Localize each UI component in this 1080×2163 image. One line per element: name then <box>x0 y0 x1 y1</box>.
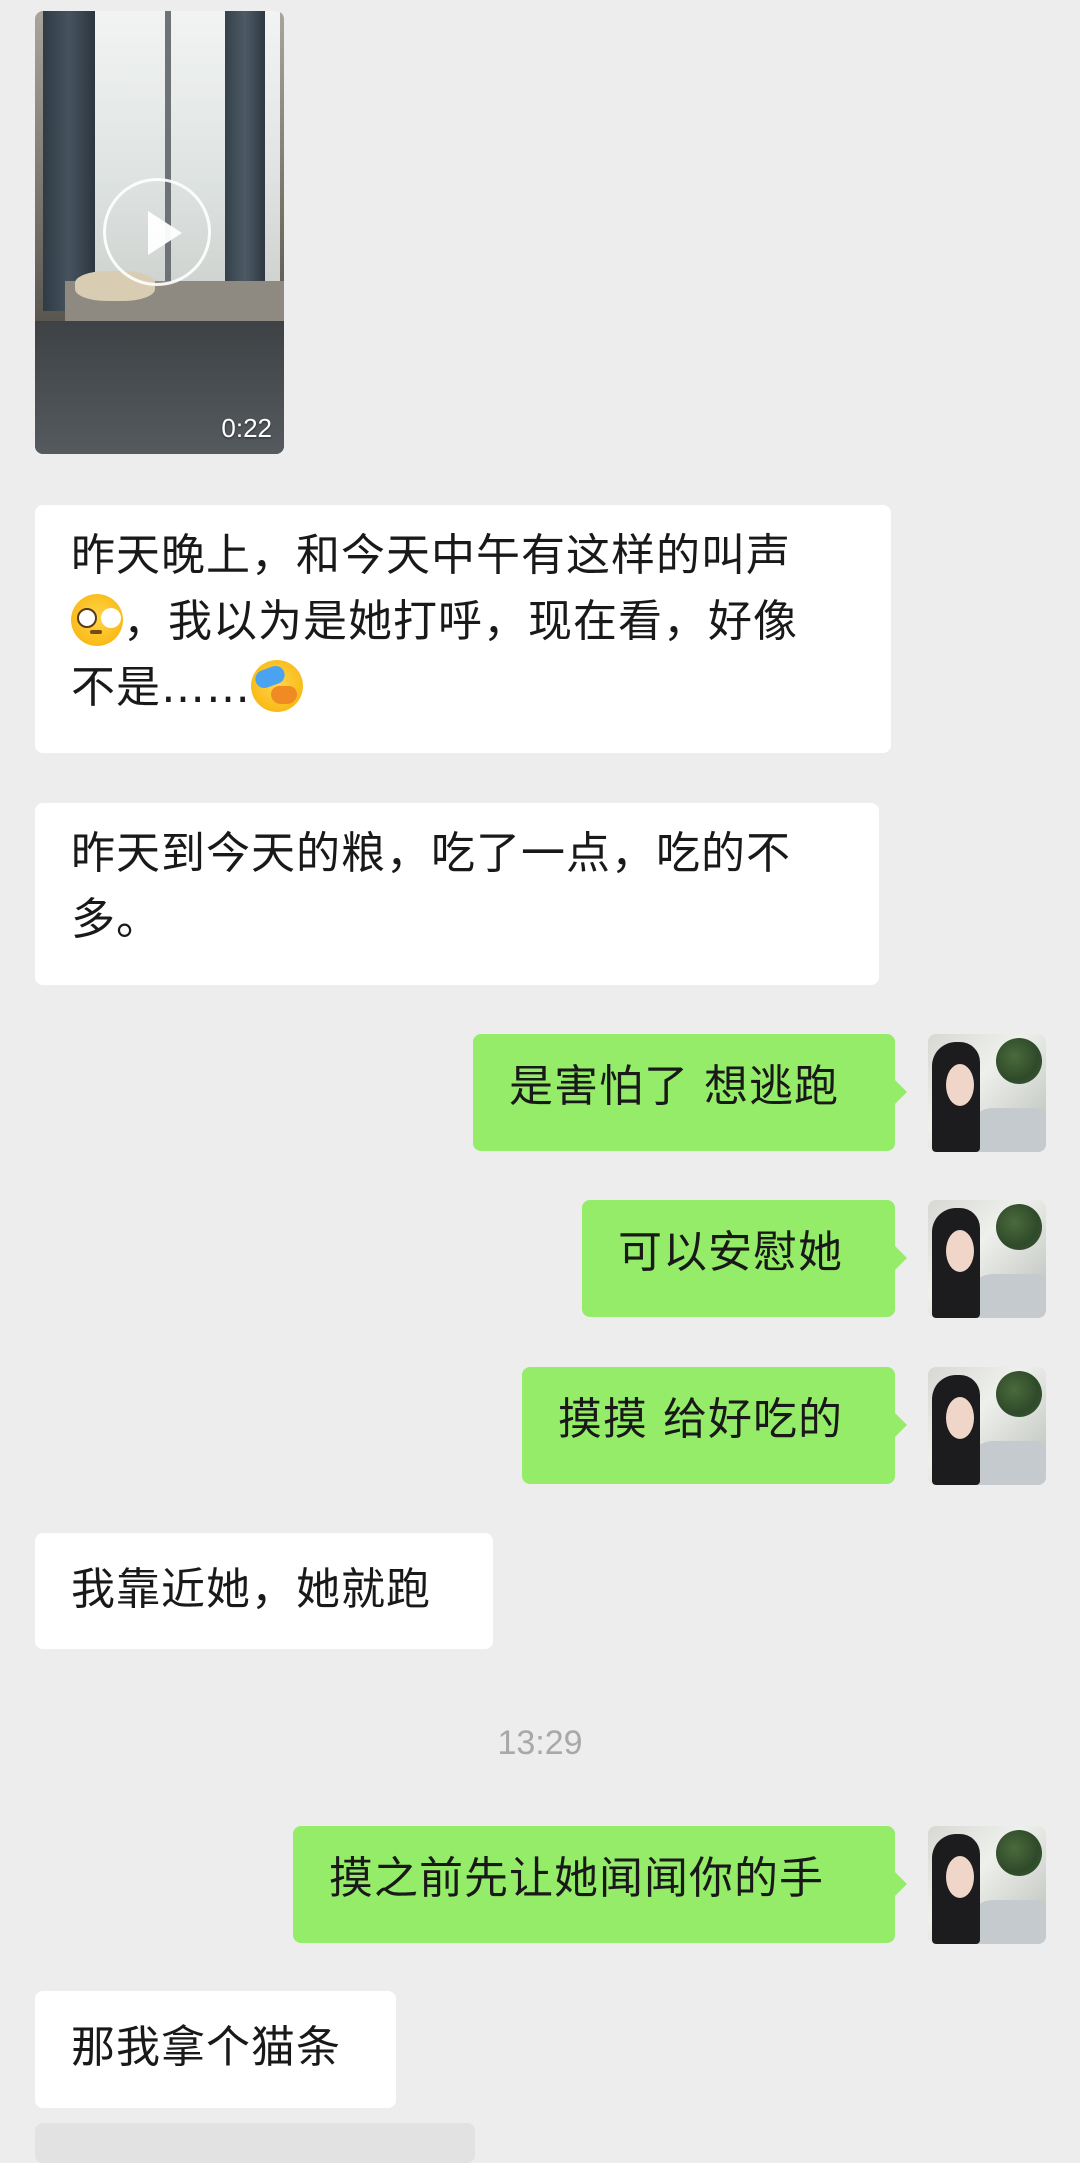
message-text: 我靠近她，她就跑 <box>71 1564 431 1615</box>
message-text: 摸摸 给好吃的 <box>558 1394 843 1445</box>
message-bubble-outgoing[interactable]: 可以安慰她 <box>582 1200 907 1317</box>
message-bubble-incoming[interactable]: 昨天到今天的粮，吃了一点，吃的不多。 <box>35 803 879 985</box>
video-thumbnail-curtain <box>225 11 265 301</box>
message-text-line: 昨天晚上，和今天中午有这样的叫声 <box>71 530 791 581</box>
avatar-face <box>946 1230 974 1272</box>
video-duration: 0:22 <box>221 413 272 443</box>
message-bubble-incoming[interactable]: 那我拿个猫条 <box>35 1991 396 2108</box>
message-bubble-incoming[interactable]: 昨天晚上，和今天中午有这样的叫声 ，我以为是她打呼，现在看，好像 不是…… <box>35 505 891 753</box>
message-text: 昨天到今天的粮，吃了一点，吃的不多。 <box>71 828 791 945</box>
message-bubble-outgoing[interactable]: 是害怕了 想逃跑 <box>473 1034 907 1151</box>
message-text: 可以安慰她 <box>618 1227 843 1278</box>
message-bubble-outgoing[interactable]: 摸摸 给好吃的 <box>522 1367 907 1484</box>
message-text: 是害怕了 想逃跑 <box>509 1061 839 1112</box>
avatar-plant <box>996 1371 1042 1417</box>
next-message-bubble-edge <box>35 2123 475 2163</box>
user-avatar[interactable] <box>928 1200 1046 1318</box>
message-text-line: ，我以为是她打呼，现在看，好像 <box>123 596 798 647</box>
user-avatar[interactable] <box>928 1034 1046 1152</box>
message-bubble-outgoing[interactable]: 摸之前先让她闻闻你的手 <box>293 1826 907 1943</box>
face-palm-icon <box>251 660 303 712</box>
video-message[interactable]: 0:22 <box>35 11 284 454</box>
message-text-line: 不是…… <box>71 662 251 713</box>
message-text: 摸之前先让她闻闻你的手 <box>329 1853 824 1904</box>
message-text: 昨天晚上，和今天中午有这样的叫声 ，我以为是她打呼，现在看，好像 不是…… <box>71 523 855 721</box>
chat-area[interactable]: 0:22 昨天晚上，和今天中午有这样的叫声 ，我以为是她打呼，现在看，好像 不是… <box>0 0 1080 2163</box>
avatar-plant <box>996 1038 1042 1084</box>
message-timestamp: 13:29 <box>497 1724 583 1762</box>
user-avatar[interactable] <box>928 1826 1046 1944</box>
message-text: 那我拿个猫条 <box>71 2022 341 2073</box>
avatar-face <box>946 1397 974 1439</box>
user-avatar[interactable] <box>928 1367 1046 1485</box>
avatar-face <box>946 1856 974 1898</box>
avatar-plant <box>996 1830 1042 1876</box>
flushed-face-icon <box>71 594 123 646</box>
play-icon[interactable] <box>103 178 211 286</box>
message-bubble-incoming[interactable]: 我靠近她，她就跑 <box>35 1533 493 1649</box>
avatar-plant <box>996 1204 1042 1250</box>
video-thumbnail-curtain <box>43 11 95 311</box>
avatar-face <box>946 1064 974 1106</box>
